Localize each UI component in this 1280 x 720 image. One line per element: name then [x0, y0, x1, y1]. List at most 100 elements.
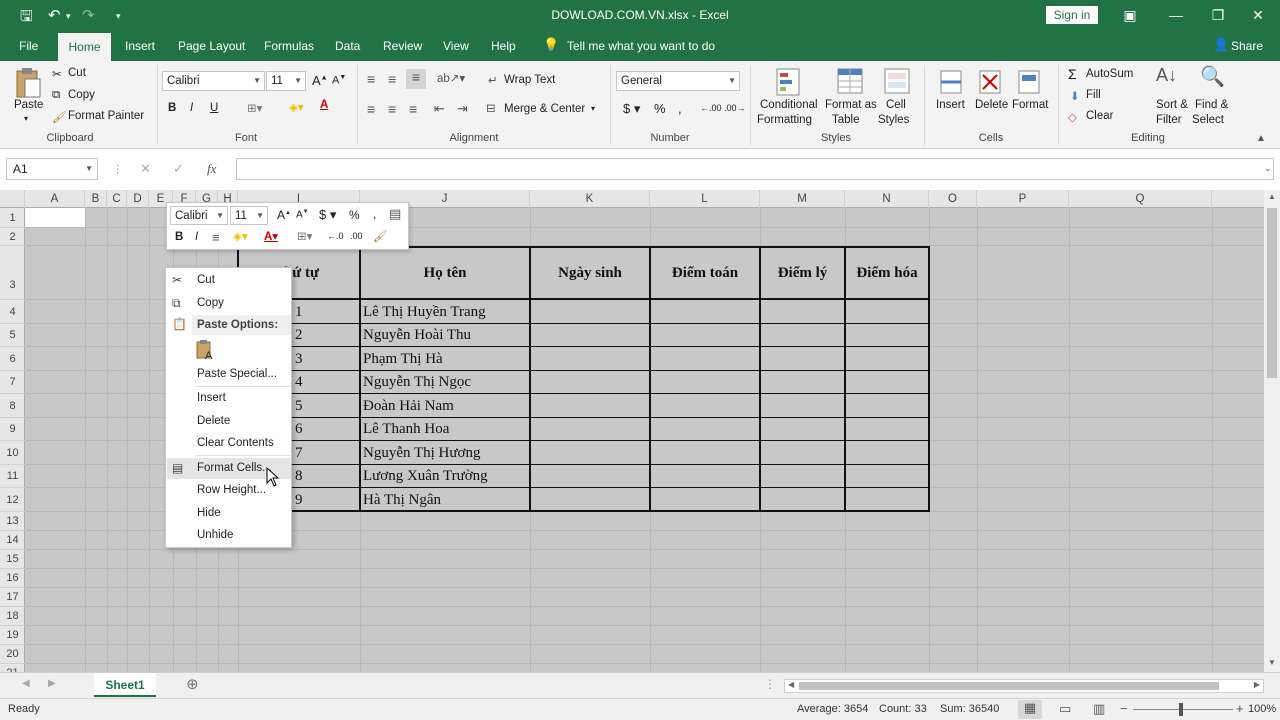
- row-header[interactable]: 3: [0, 246, 25, 300]
- row-header[interactable]: 11: [0, 465, 25, 488]
- mini-increase-decimal-icon[interactable]: ←.0: [327, 231, 344, 241]
- borders-icon[interactable]: ⊞▾: [247, 101, 262, 115]
- table-cell-stt[interactable]: 2: [295, 327, 303, 344]
- wrap-text-icon[interactable]: ↵: [488, 73, 498, 87]
- tab-file[interactable]: File: [19, 39, 38, 53]
- mini-comma-icon[interactable]: ,: [373, 207, 376, 221]
- sort-filter-icon[interactable]: A↓: [1156, 65, 1177, 86]
- tab-insert[interactable]: Insert: [125, 39, 155, 53]
- column-header-O[interactable]: O: [929, 190, 977, 208]
- bold-icon[interactable]: B: [168, 102, 176, 114]
- scroll-down-icon[interactable]: ▼: [1268, 658, 1276, 667]
- paste-icon[interactable]: [14, 67, 42, 99]
- cell-styles-icon[interactable]: [883, 67, 911, 97]
- table-cell-name[interactable]: Lê Thanh Hoa: [363, 421, 449, 438]
- menu-item-unhide[interactable]: Unhide: [197, 529, 233, 541]
- align-right-icon[interactable]: ≡: [409, 101, 417, 117]
- format-cells-icon[interactable]: [1016, 67, 1042, 97]
- page-layout-view-icon[interactable]: ▭: [1059, 701, 1071, 717]
- horizontal-scroll-thumb[interactable]: [799, 682, 1219, 690]
- select-all-corner[interactable]: [0, 190, 25, 208]
- sign-in-button[interactable]: Sign in: [1046, 6, 1098, 24]
- currency-icon[interactable]: $ ▾: [623, 101, 640, 117]
- column-header-Q[interactable]: Q: [1069, 190, 1212, 208]
- merge-center-icon[interactable]: ⊟: [486, 101, 496, 115]
- conditional-formatting-button[interactable]: Conditional: [760, 99, 818, 111]
- row-header[interactable]: 9: [0, 418, 25, 441]
- delete-cells-button[interactable]: Delete: [975, 99, 1008, 111]
- italic-icon[interactable]: I: [190, 102, 193, 114]
- wrap-text-button[interactable]: Wrap Text: [504, 74, 555, 86]
- menu-item-row-height[interactable]: Row Height...: [197, 484, 266, 496]
- horizontal-scrollbar[interactable]: ◀ ▶: [784, 679, 1264, 693]
- table-cell-stt[interactable]: 3: [295, 351, 303, 368]
- bottom-align-icon[interactable]: ≡: [406, 69, 426, 89]
- insert-cells-icon[interactable]: [938, 67, 964, 97]
- zoom-slider-thumb[interactable]: [1179, 703, 1183, 716]
- row-header[interactable]: 8: [0, 394, 25, 418]
- row-header[interactable]: 16: [0, 569, 25, 588]
- tab-help[interactable]: Help: [491, 39, 516, 53]
- row-header[interactable]: 17: [0, 588, 25, 607]
- next-sheet-icon[interactable]: ▶: [48, 678, 56, 689]
- orientation-icon[interactable]: ab↗▾: [437, 71, 465, 85]
- row-header[interactable]: 10: [0, 441, 25, 465]
- status-sum[interactable]: Sum: 36540: [940, 703, 999, 715]
- format-as-table-button[interactable]: Format as: [825, 99, 877, 111]
- row-header[interactable]: 4: [0, 300, 25, 324]
- clear-button[interactable]: Clear: [1086, 110, 1113, 122]
- table-cell-name[interactable]: Phạm Thị Hà: [363, 351, 443, 368]
- conditional-formatting-icon[interactable]: [775, 67, 803, 97]
- mini-format-painter-icon[interactable]: 🖌: [373, 229, 388, 243]
- scroll-left-icon[interactable]: ◀: [788, 680, 794, 689]
- collapse-ribbon-icon[interactable]: ▲: [1256, 133, 1266, 144]
- status-average[interactable]: Average: 3654: [797, 703, 868, 715]
- prev-sheet-icon[interactable]: ◀: [22, 678, 30, 689]
- row-header[interactable]: 6: [0, 347, 25, 371]
- table-cell-name[interactable]: Đoàn Hải Nam: [363, 398, 454, 415]
- column-header-L[interactable]: L: [650, 190, 760, 208]
- format-painter-icon[interactable]: 🖌: [52, 110, 67, 124]
- delete-cells-icon[interactable]: [977, 67, 1003, 97]
- mini-currency-icon[interactable]: $ ▾: [319, 207, 336, 223]
- table-cell-name[interactable]: Hà Thị Ngân: [363, 492, 441, 509]
- column-header-P[interactable]: P: [977, 190, 1069, 208]
- decrease-indent-icon[interactable]: ⇤: [434, 101, 445, 117]
- mini-format-table-icon[interactable]: ▤: [389, 206, 401, 222]
- fill-button[interactable]: Fill: [1086, 89, 1101, 101]
- font-size-dropdown[interactable]: 11 ▼: [266, 71, 306, 91]
- mini-font-color-icon[interactable]: A▾: [264, 229, 278, 243]
- tab-data[interactable]: Data: [335, 39, 360, 53]
- mini-fill-color-icon[interactable]: ◈▾: [233, 229, 248, 243]
- cell-styles-button[interactable]: Cell: [886, 99, 906, 111]
- find-select-button[interactable]: Find &: [1195, 99, 1228, 111]
- format-painter-button[interactable]: Format Painter: [68, 110, 144, 122]
- paste-dropdown-icon[interactable]: ▾: [24, 114, 28, 123]
- table-cell-stt[interactable]: 6: [295, 421, 303, 438]
- row-header[interactable]: 2: [0, 228, 25, 246]
- menu-item-copy[interactable]: Copy: [197, 297, 224, 309]
- cancel-icon[interactable]: ✕: [140, 161, 151, 177]
- paste-clipboard-icon[interactable]: A: [196, 339, 216, 362]
- sort-filter-button[interactable]: Sort &: [1156, 99, 1188, 111]
- paste-button[interactable]: Paste: [14, 99, 43, 111]
- column-header-D[interactable]: D: [127, 190, 149, 208]
- sheet-tab-sheet1[interactable]: Sheet1: [94, 673, 156, 697]
- row-header[interactable]: 1: [0, 208, 25, 228]
- menu-item-hide[interactable]: Hide: [197, 507, 221, 519]
- row-header[interactable]: 15: [0, 550, 25, 569]
- restore-icon[interactable]: ❐: [1206, 4, 1230, 26]
- align-left-icon[interactable]: ≡: [367, 101, 375, 117]
- mini-increase-font-icon[interactable]: A▲: [277, 208, 291, 222]
- copy-button[interactable]: Copy: [68, 89, 95, 101]
- align-center-icon[interactable]: ≡: [388, 101, 396, 117]
- column-header-K[interactable]: K: [530, 190, 650, 208]
- autosum-button[interactable]: AutoSum: [1086, 68, 1133, 80]
- eraser-icon[interactable]: ◇: [1068, 110, 1077, 124]
- top-align-icon[interactable]: ≡: [367, 71, 375, 87]
- row-header[interactable]: 7: [0, 371, 25, 394]
- mini-percent-icon[interactable]: %: [349, 208, 360, 222]
- zoom-in-icon[interactable]: +: [1236, 701, 1244, 716]
- increase-indent-icon[interactable]: ⇥: [457, 101, 468, 117]
- table-cell-stt[interactable]: 4: [295, 374, 303, 391]
